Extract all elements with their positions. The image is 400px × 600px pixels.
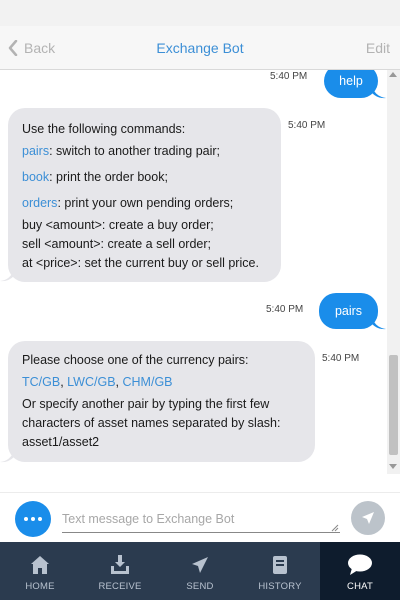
dot-icon <box>38 517 42 521</box>
resize-grip-icon <box>331 524 339 532</box>
command-description: : switch to another trading pair; <box>49 144 221 158</box>
dot-icon <box>24 517 28 521</box>
tab-label: HOME <box>25 581 55 592</box>
tab-send[interactable]: SEND <box>160 542 240 600</box>
pair-link-tc-gb[interactable]: TC/GB <box>22 375 60 389</box>
command-link-book[interactable]: book <box>22 170 49 184</box>
tab-receive[interactable]: RECEIVE <box>80 542 160 600</box>
dot-icon <box>31 517 35 521</box>
tab-label: RECEIVE <box>98 581 142 592</box>
incoming-message: Please choose one of the currency pairs:… <box>8 341 315 462</box>
command-link-orders[interactable]: orders <box>22 196 57 210</box>
command-description: : print the order book; <box>49 170 168 184</box>
message-timestamp: 5:40 PM <box>266 304 304 315</box>
command-line: orders: print your own pending orders; <box>22 194 267 212</box>
message-text: buy <amount>: create a buy order; <box>22 218 214 232</box>
scroll-down-arrow-icon[interactable] <box>389 464 397 469</box>
message-list: 5:40 PM help Use the following commands:… <box>0 70 400 474</box>
pair-link-lwc-gb[interactable]: LWC/GB <box>67 375 115 389</box>
message-timestamp: 5:40 PM <box>322 353 360 364</box>
tab-chat[interactable]: CHAT <box>320 542 400 600</box>
send-message-button[interactable] <box>351 501 385 535</box>
command-description: : print your own pending orders; <box>57 196 234 210</box>
scroll-up-arrow-icon[interactable] <box>389 72 397 77</box>
message-text: sell <amount>: create a sell order; <box>22 237 211 251</box>
message-input[interactable] <box>62 505 340 533</box>
tab-label: HISTORY <box>258 581 302 592</box>
message-composer <box>0 492 400 542</box>
bubble-tail <box>372 318 386 330</box>
message-text: asset1/asset2 <box>22 435 100 449</box>
receive-icon <box>111 555 129 574</box>
edit-button[interactable]: Edit <box>366 40 390 56</box>
pair-link-chm-gb[interactable]: CHM/GB <box>123 375 173 389</box>
tab-history[interactable]: HISTORY <box>240 542 320 600</box>
incoming-message: Use the following commands: pairs: switc… <box>8 108 281 282</box>
bubble-tail <box>0 270 14 282</box>
navigation-bar: Back Exchange Bot Edit <box>0 26 400 70</box>
tab-label: SEND <box>186 581 214 592</box>
bubble-tail <box>0 451 14 463</box>
tab-home[interactable]: HOME <box>0 542 80 600</box>
command-line: book: print the order book; <box>22 168 267 186</box>
tab-label: CHAT <box>347 581 373 592</box>
message-text: Or specify another pair by typing the fi… <box>22 397 270 411</box>
chat-icon <box>348 554 372 575</box>
command-line: pairs: switch to another trading pair; <box>22 142 267 160</box>
bottom-tab-bar: HOME RECEIVE SEND HISTORY CHAT <box>0 542 400 600</box>
outgoing-message: pairs <box>319 293 378 329</box>
status-bar <box>0 0 400 26</box>
currency-pair-list: TC/GB, LWC/GB, CHM/GB <box>22 375 173 389</box>
message-text: help <box>339 74 363 88</box>
page-title: Exchange Bot <box>156 40 244 56</box>
message-text: characters of asset names separated by s… <box>22 416 281 430</box>
message-text: Please choose one of the currency pairs: <box>22 353 249 367</box>
outgoing-message: help <box>324 70 378 98</box>
message-text: Use the following commands: <box>22 122 186 136</box>
bubble-tail <box>372 87 386 99</box>
message-timestamp: 5:40 PM <box>288 120 326 131</box>
message-timestamp: 5:40 PM <box>270 71 308 82</box>
message-text: pairs <box>334 304 363 318</box>
send-icon <box>192 557 208 573</box>
scrollbar-thumb[interactable] <box>389 355 398 455</box>
history-icon <box>273 556 287 574</box>
more-options-button[interactable] <box>15 501 51 537</box>
command-link-pairs[interactable]: pairs <box>22 144 49 158</box>
home-icon <box>31 556 49 574</box>
paper-plane-icon <box>362 512 374 524</box>
message-text: at <price>: set the current buy or sell … <box>22 256 259 270</box>
